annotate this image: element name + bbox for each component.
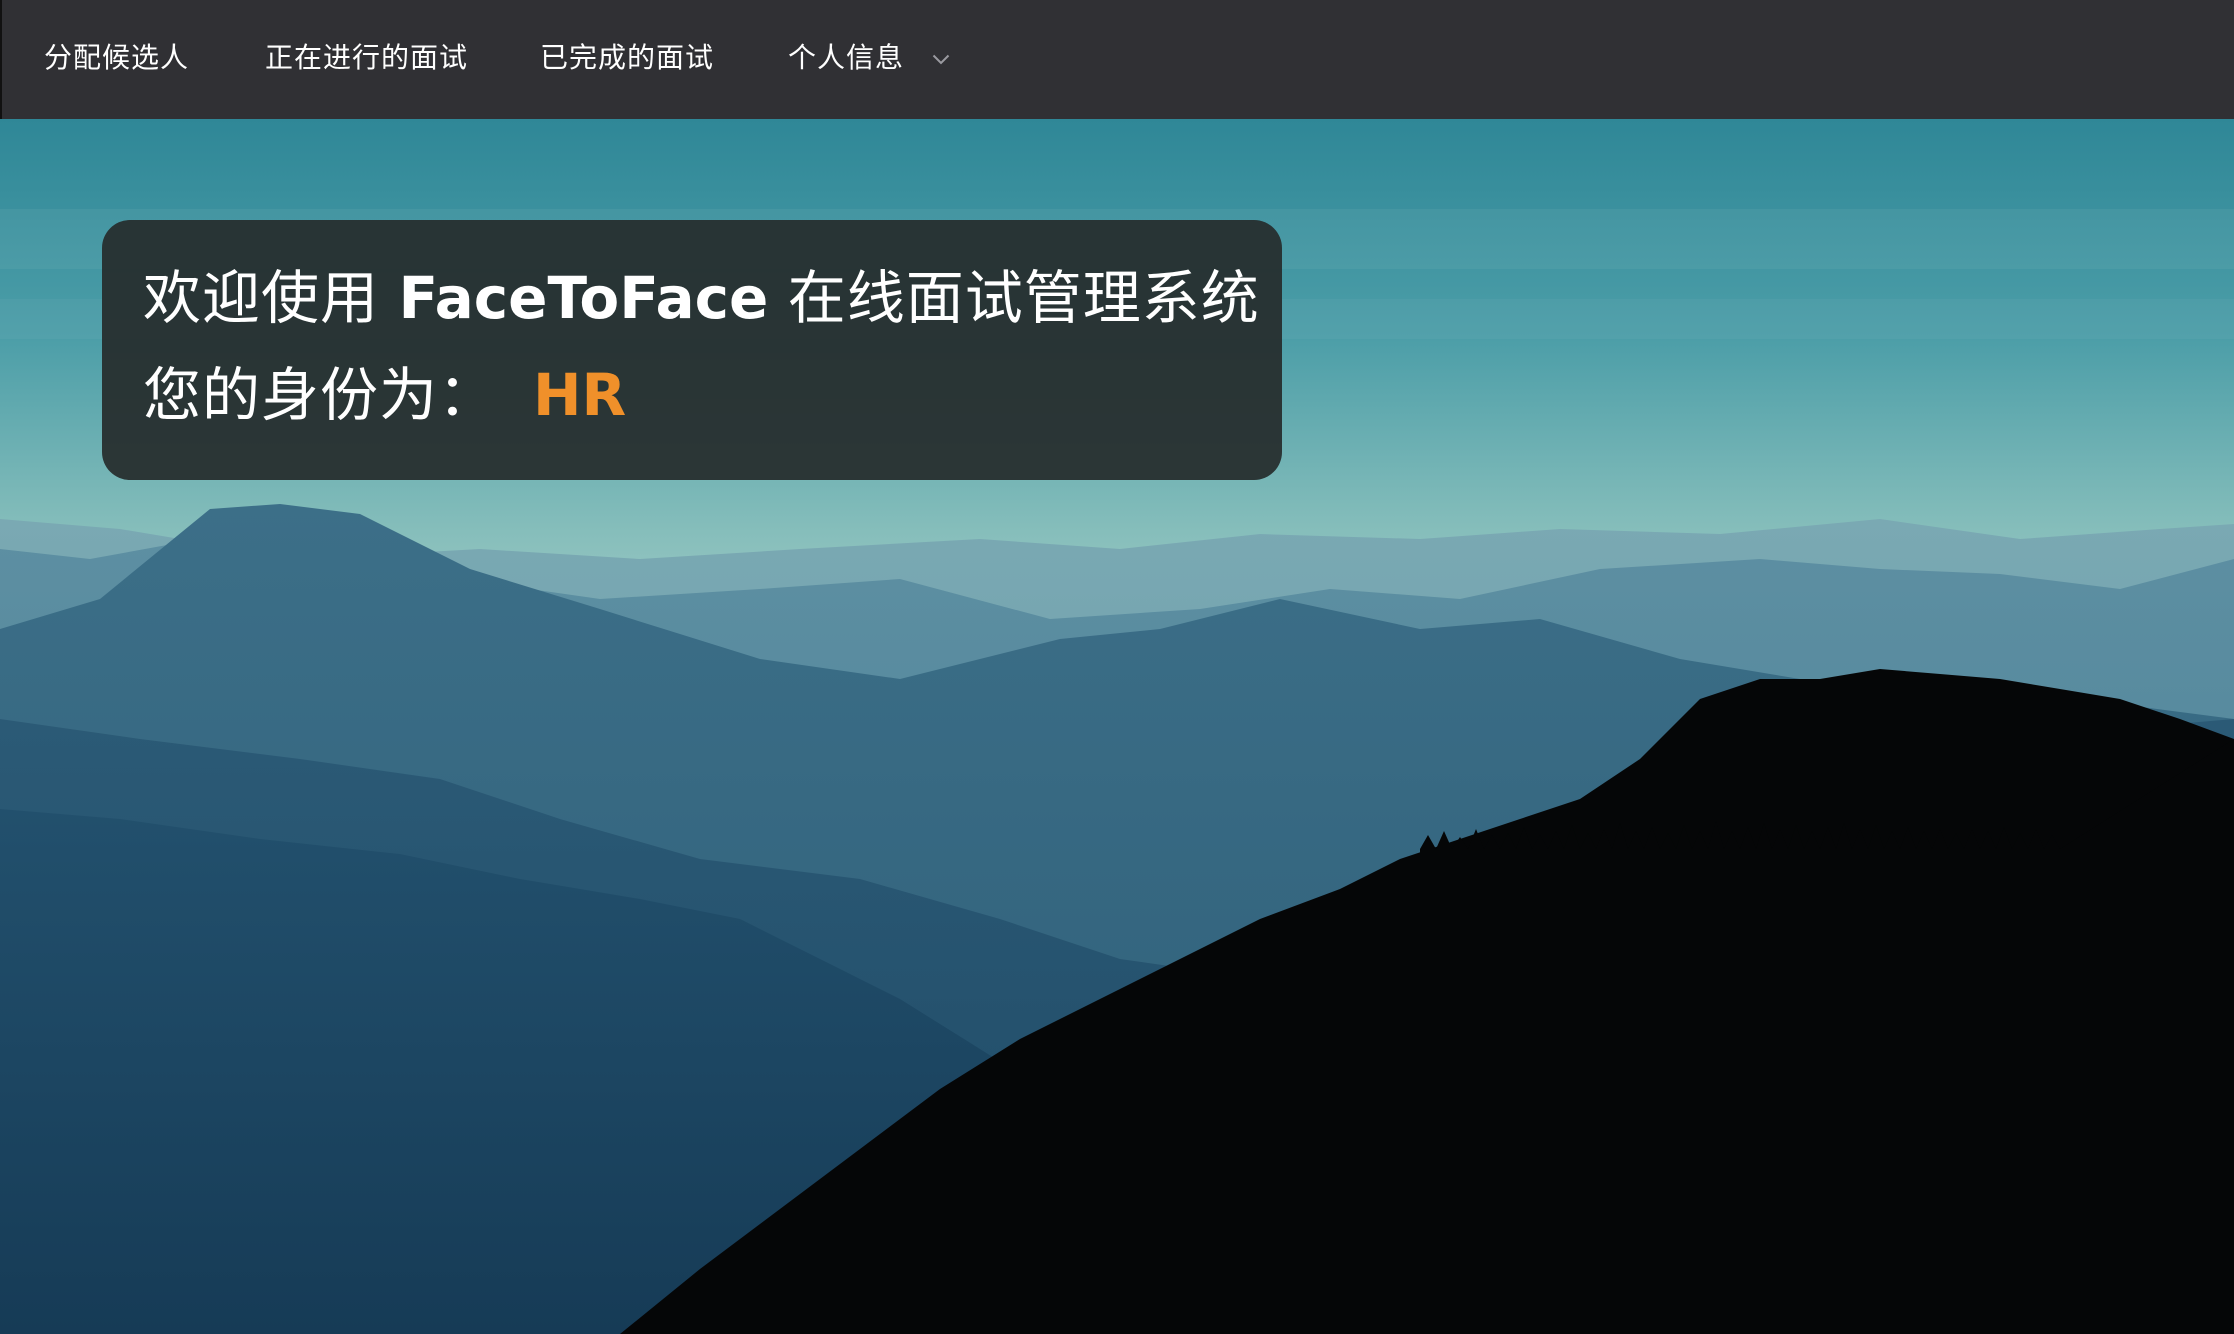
page: 分配候选人 正在进行的面试 已完成的面试 个人信息 欢迎使用 FaceToFac… xyxy=(0,0,2234,1334)
chevron-down-icon xyxy=(932,0,950,114)
role-value: HR xyxy=(533,361,627,429)
welcome-prefix: 欢迎使用 xyxy=(143,264,399,332)
role-prefix: 您的身份为： xyxy=(143,361,498,429)
welcome-heading: 欢迎使用 FaceToFace 在线面试管理系统 xyxy=(143,266,1282,330)
nav-item-completed-interviews[interactable]: 已完成的面试 xyxy=(540,0,714,119)
nav-item-label: 个人信息 xyxy=(788,41,905,74)
nav-item-profile-dropdown[interactable]: 个人信息 xyxy=(788,0,950,119)
brand-name: FaceToFace xyxy=(398,264,769,332)
nav-item-assign-candidates[interactable]: 分配候选人 xyxy=(44,0,189,119)
welcome-suffix: 在线面试管理系统 xyxy=(768,264,1260,332)
nav-item-label: 已完成的面试 xyxy=(540,41,715,74)
welcome-card: 欢迎使用 FaceToFace 在线面试管理系统 您的身份为： HR xyxy=(102,220,1282,480)
nav-item-label: 正在进行的面试 xyxy=(265,41,469,74)
role-line: 您的身份为： HR xyxy=(143,363,1282,427)
nav-item-ongoing-interviews[interactable]: 正在进行的面试 xyxy=(265,0,468,119)
top-navbar: 分配候选人 正在进行的面试 已完成的面试 个人信息 xyxy=(0,0,2234,119)
nav-item-label: 分配候选人 xyxy=(44,41,190,74)
